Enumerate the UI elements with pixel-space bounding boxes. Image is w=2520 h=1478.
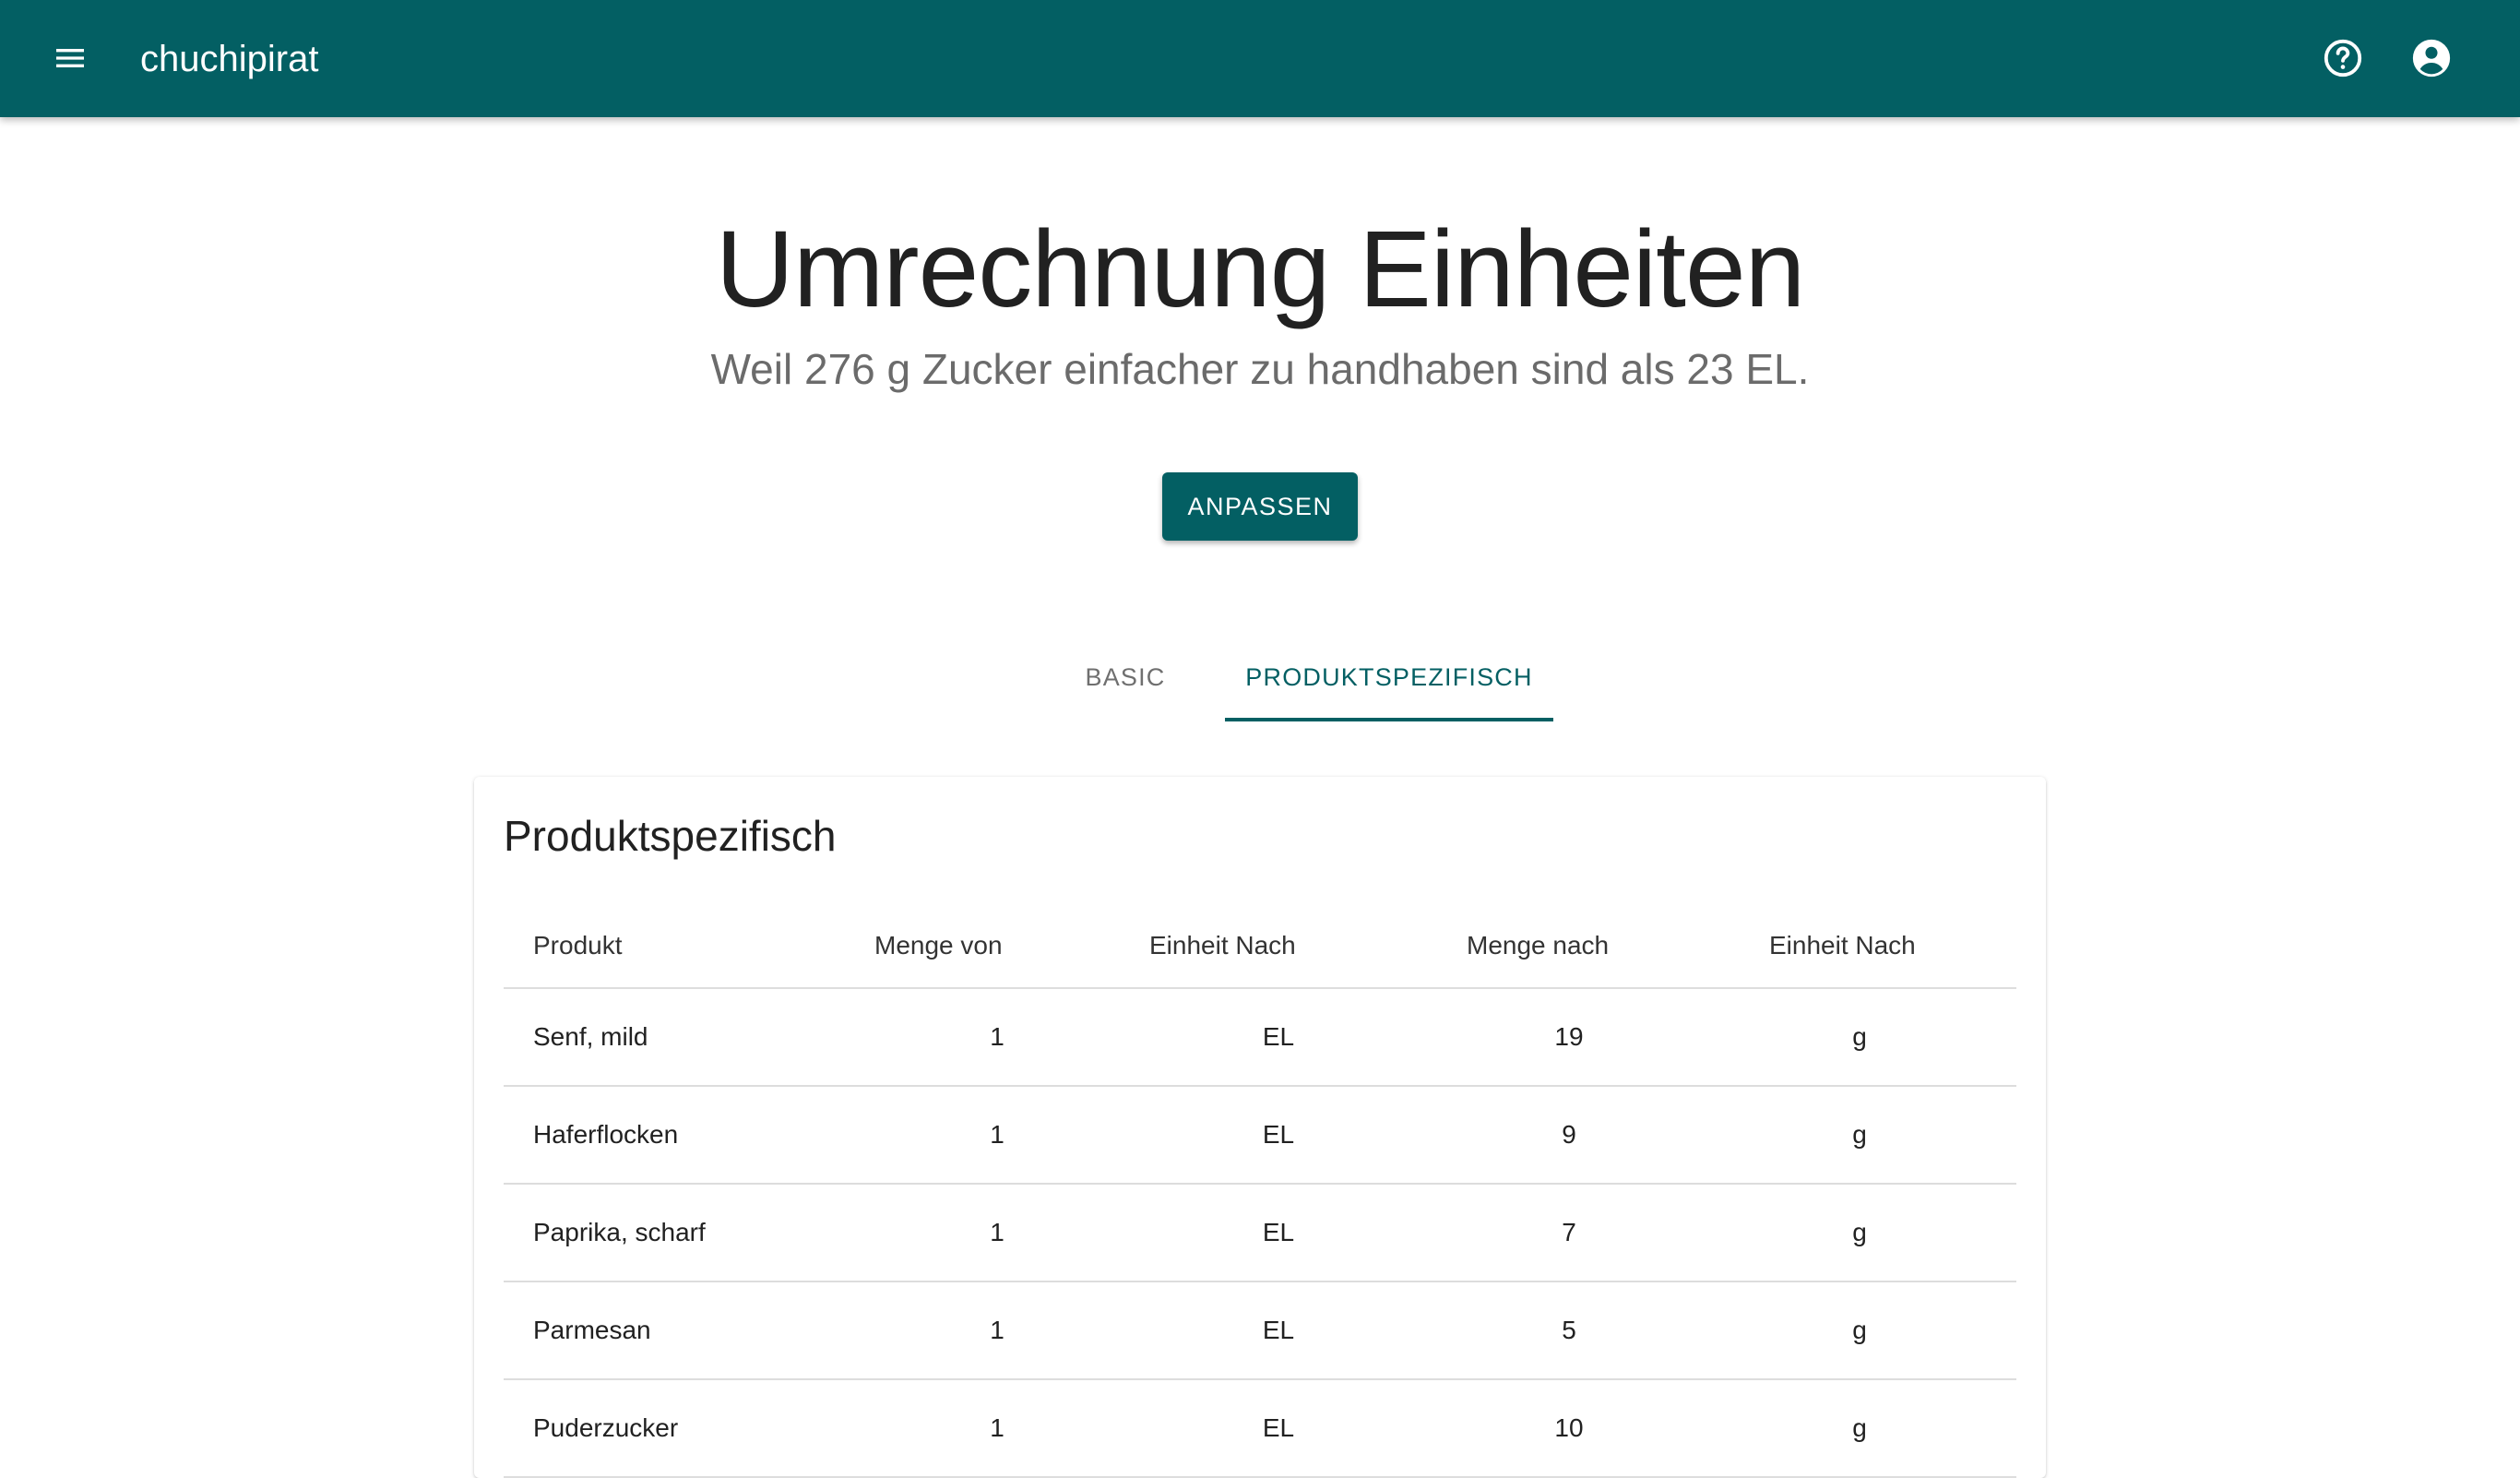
- cell-to-qty: 19: [1554, 1022, 1584, 1051]
- cell-from-unit: EL: [1262, 1413, 1295, 1442]
- cell-from-qty: 1: [990, 1022, 1004, 1051]
- cell-from-unit: EL: [1262, 1316, 1295, 1344]
- table-header: Produkt Menge von Einheit Nach Menge nac…: [504, 904, 2016, 989]
- cell-to-unit: g: [1852, 1316, 1867, 1344]
- cell-to-qty: 7: [1562, 1218, 1576, 1246]
- cell-to-unit: g: [1852, 1413, 1867, 1442]
- table-row[interactable]: Paprika, scharf 1 EL 7 g: [504, 1185, 2016, 1282]
- page-title: Umrechnung Einheiten: [715, 209, 1805, 330]
- menu-button[interactable]: [41, 29, 100, 88]
- card-title: Produktspezifisch: [504, 812, 837, 860]
- cell-to-qty: 5: [1562, 1316, 1576, 1344]
- cell-from-qty: 1: [990, 1120, 1004, 1149]
- account-button[interactable]: [2402, 29, 2461, 88]
- cell-product: Senf, mild: [533, 1022, 648, 1051]
- cell-from-unit: EL: [1262, 1120, 1295, 1149]
- cell-from-qty: 1: [990, 1316, 1004, 1344]
- help-icon: [2324, 39, 2362, 77]
- adjust-button[interactable]: ANPASSEN: [1162, 472, 1358, 541]
- column-header-from-unit: Einheit Nach: [1149, 931, 1296, 960]
- column-header-to-qty: Menge nach: [1467, 931, 1610, 960]
- cell-to-unit: g: [1852, 1022, 1867, 1051]
- account-circle-icon: [2412, 39, 2451, 77]
- cell-product: Puderzucker: [533, 1413, 679, 1442]
- help-button[interactable]: [2313, 29, 2372, 88]
- cell-to-unit: g: [1852, 1120, 1867, 1149]
- cell-from-unit: EL: [1262, 1218, 1295, 1246]
- app-bar: chuchipirat: [0, 0, 2520, 117]
- table-row[interactable]: Senf, mild 1 EL 19 g: [504, 989, 2016, 1087]
- table-row[interactable]: Haferflocken 1 EL 9 g: [504, 1087, 2016, 1185]
- cell-to-qty: 9: [1562, 1120, 1576, 1149]
- app-title[interactable]: chuchipirat: [140, 35, 318, 83]
- cell-product: Parmesan: [533, 1316, 651, 1344]
- column-header-from-qty: Menge von: [874, 931, 1003, 960]
- cell-from-unit: EL: [1262, 1022, 1295, 1051]
- cell-from-qty: 1: [990, 1218, 1004, 1246]
- conversion-card: Produktspezifisch Produkt Menge von Einh…: [474, 777, 2046, 1478]
- table-row[interactable]: Puderzucker 1 EL 10 g: [504, 1380, 2016, 1478]
- cell-to-unit: g: [1852, 1218, 1867, 1246]
- cell-from-qty: 1: [990, 1413, 1004, 1442]
- cell-product: Paprika, scharf: [533, 1218, 706, 1246]
- tab-produktspezifisch[interactable]: PRODUKTSPEZIFISCH: [1225, 637, 1553, 721]
- column-header-to-unit: Einheit Nach: [1769, 931, 1916, 960]
- table-row[interactable]: Parmesan 1 EL 5 g: [504, 1282, 2016, 1380]
- tab-basic[interactable]: BASIC: [1026, 637, 1225, 718]
- cell-product: Haferflocken: [533, 1120, 679, 1149]
- conversion-table: Produkt Menge von Einheit Nach Menge nac…: [504, 904, 2016, 1478]
- menu-icon: [56, 49, 84, 67]
- page-subtitle: Weil 276 g Zucker einfacher zu handhaben…: [710, 345, 1810, 393]
- column-header-product: Produkt: [533, 931, 623, 960]
- tab-bar: BASIC PRODUKTSPEZIFISCH: [1026, 637, 1553, 721]
- cell-to-qty: 10: [1554, 1413, 1584, 1442]
